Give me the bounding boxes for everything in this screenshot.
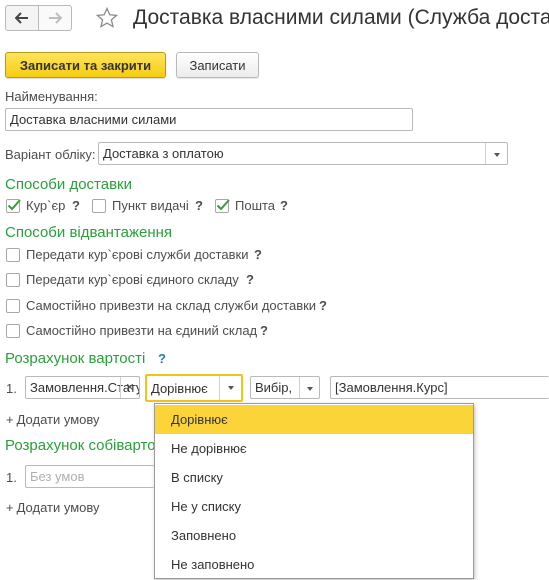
- add-condition-link[interactable]: + Додати умову: [6, 412, 100, 427]
- checkbox-courier-label: Кур`єр: [26, 198, 66, 213]
- checkbox-ship-4[interactable]: [6, 324, 20, 338]
- checkbox-ship-2-label: Передати кур`єрові єдиного складу: [26, 272, 239, 287]
- plus-icon: +: [6, 500, 14, 515]
- checkbox-post-label: Пошта: [235, 198, 276, 213]
- cost-price-condition-input[interactable]: Без умов: [25, 465, 154, 488]
- operator-select[interactable]: Дорівнює: [145, 374, 243, 402]
- checkmark-icon: [7, 199, 21, 211]
- account-variant-value: Доставка з оплатою: [103, 146, 224, 161]
- ship-1-help[interactable]: ?: [254, 247, 262, 262]
- plus-icon: +: [6, 412, 14, 427]
- expression-input[interactable]: [Замовлення.Курс]: [330, 376, 549, 399]
- chevron-down-icon: [227, 386, 234, 390]
- choice-value: Вибір,: [255, 380, 293, 395]
- checkbox-post[interactable]: [215, 199, 230, 213]
- dropdown-option-not-equals[interactable]: Не дорівнює: [155, 434, 473, 463]
- arrow-right-icon: [49, 12, 62, 24]
- account-variant-select[interactable]: Доставка з оплатою: [98, 142, 508, 165]
- ship-3-help[interactable]: ?: [319, 298, 327, 313]
- checkbox-pickup-point[interactable]: [92, 199, 106, 213]
- courier-help[interactable]: ?: [72, 198, 80, 213]
- add-condition-label: Додати умову: [16, 412, 100, 427]
- clear-button[interactable]: ✕: [120, 377, 139, 398]
- add-condition-label-2: Додати умову: [16, 500, 100, 515]
- dropdown-option-not-filled[interactable]: Не заповнено: [155, 550, 473, 579]
- account-variant-label: Варіант обліку:: [5, 147, 96, 162]
- save-button[interactable]: Записати: [176, 52, 259, 78]
- post-help[interactable]: ?: [280, 198, 288, 213]
- dropdown-option-not-in-list[interactable]: Не у списку: [155, 492, 473, 521]
- checkbox-courier[interactable]: [6, 199, 21, 213]
- pickup-point-help[interactable]: ?: [195, 198, 203, 213]
- checkmark-icon: [216, 199, 230, 211]
- forward-button[interactable]: [38, 5, 72, 31]
- checkbox-ship-2[interactable]: [6, 273, 20, 287]
- shipment-methods-title: Способи відвантаження: [5, 224, 173, 241]
- window-title: Доставка власними силами (Служба доставк…: [133, 6, 549, 29]
- dropdown-option-equals[interactable]: Дорівнює: [155, 405, 473, 434]
- chevron-down-icon: [306, 386, 313, 391]
- checkbox-ship-3-label: Самостійно привезти на склад служби дост…: [26, 298, 317, 313]
- dropdown-option-filled[interactable]: Заповнено: [155, 521, 473, 550]
- operator-dropdown-button[interactable]: [219, 376, 241, 400]
- choice-select[interactable]: Вибір,: [250, 376, 320, 399]
- checkbox-pickup-point-label: Пункт видачі: [112, 198, 189, 213]
- checkbox-ship-1[interactable]: [6, 248, 20, 262]
- ship-2-help[interactable]: ?: [246, 272, 254, 287]
- ship-4-help[interactable]: ?: [260, 323, 268, 338]
- operator-value: Дорівнює: [151, 381, 208, 396]
- account-variant-dropdown-button[interactable]: [485, 143, 507, 164]
- save-and-close-button[interactable]: Записати та закрити: [5, 52, 166, 78]
- chevron-down-icon: [493, 152, 500, 157]
- checkbox-ship-1-label: Передати кур`єрові служби доставки: [26, 247, 249, 262]
- cost-price-calc-title: Розрахунок собівартості: [5, 437, 154, 454]
- arrow-left-icon: [15, 12, 28, 24]
- cost-calc-title: Розрахунок вартості: [5, 350, 146, 367]
- choice-dropdown-button[interactable]: [299, 377, 319, 398]
- name-input[interactable]: Доставка власними силами: [5, 108, 413, 131]
- checkbox-ship-4-label: Самостійно привезти на єдиний склад: [26, 323, 258, 338]
- close-icon: ✕: [125, 382, 135, 394]
- add-condition-link-2[interactable]: + Додати умову: [6, 500, 100, 515]
- dropdown-option-in-list[interactable]: В списку: [155, 463, 473, 492]
- cost-calc-row-number: 1.: [6, 381, 17, 396]
- star-icon[interactable]: [95, 6, 119, 30]
- checkbox-ship-3[interactable]: [6, 299, 20, 313]
- cost-calc-help[interactable]: ?: [158, 351, 166, 366]
- operator-dropdown-list: Дорівнює Не дорівнює В списку Не у списк…: [154, 403, 474, 579]
- back-button[interactable]: [5, 5, 39, 31]
- name-label: Найменування:: [5, 89, 98, 104]
- cost-price-row-number: 1.: [6, 470, 17, 485]
- cost-field-input[interactable]: Замовлення.Статус ✕: [25, 376, 140, 399]
- delivery-methods-title: Способи доставки: [5, 176, 132, 193]
